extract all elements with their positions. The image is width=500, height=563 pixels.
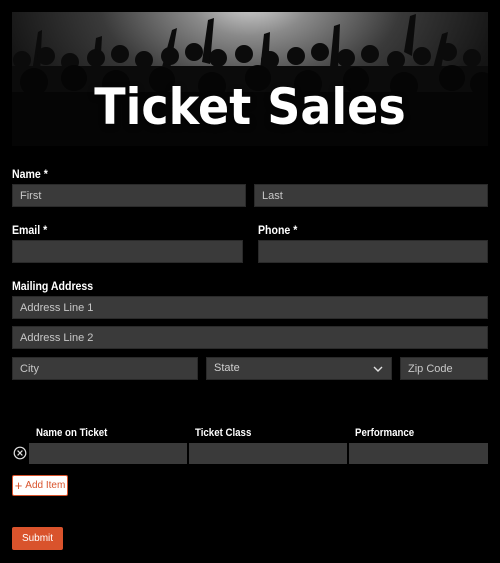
state-select[interactable]: State [206,357,392,380]
hero-banner: Ticket Sales [12,12,488,146]
email-input[interactable] [12,240,243,263]
zip-code-input[interactable] [400,357,488,380]
column-header-performance: Performance [355,427,415,439]
add-item-label: Add Item [25,480,66,491]
city-input[interactable] [12,357,198,380]
phone-input[interactable] [258,240,488,263]
ticket-class-cell[interactable] [189,443,347,464]
submit-button[interactable]: Submit [12,527,63,550]
column-header-name-on-ticket: Name on Ticket [36,427,108,439]
phone-label: Phone * [258,223,298,237]
name-label: Name * [12,167,48,181]
first-name-input[interactable] [12,184,246,207]
column-header-ticket-class: Ticket Class [195,427,252,439]
add-item-button[interactable]: + Add Item [12,475,68,496]
mailing-address-label: Mailing Address [12,279,94,293]
name-on-ticket-cell[interactable] [29,443,187,464]
chevron-down-icon [373,366,383,372]
performance-cell[interactable] [349,443,488,464]
page-title: Ticket Sales [94,78,406,136]
address-line1-input[interactable] [12,296,488,319]
email-label: Email * [12,223,48,237]
state-select-value: State [214,362,240,374]
remove-row-icon[interactable] [13,446,27,460]
last-name-input[interactable] [254,184,488,207]
address-line2-input[interactable] [12,326,488,349]
plus-icon: + [14,477,23,493]
